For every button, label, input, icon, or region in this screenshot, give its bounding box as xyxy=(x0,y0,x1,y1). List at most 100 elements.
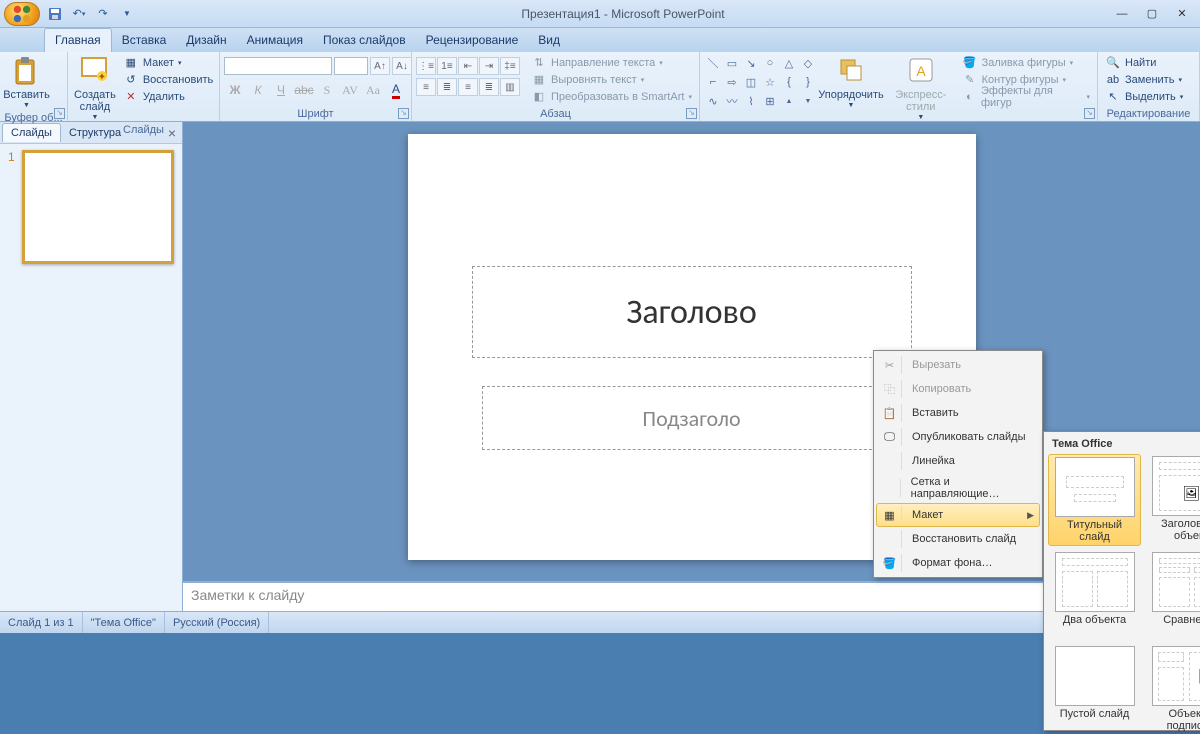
layout-comparison[interactable]: Сравнение xyxy=(1145,550,1200,640)
save-icon[interactable] xyxy=(44,4,66,24)
ctx-background[interactable]: 🪣Формат фона… xyxy=(876,551,1040,575)
layout-title-slide[interactable]: Титульный слайд xyxy=(1048,454,1141,546)
shapes-scroll-up[interactable]: ▲ xyxy=(780,92,798,110)
arrange-button[interactable]: Упорядочить▼ xyxy=(819,54,883,112)
shape-fill-button[interactable]: 🪣Заливка фигуры ▾ xyxy=(959,54,1093,71)
maximize-button[interactable]: ▢ xyxy=(1138,4,1166,24)
shrink-font-button[interactable]: A↓ xyxy=(392,57,412,75)
shape-triangle-icon[interactable]: △ xyxy=(780,54,798,72)
text-direction-button[interactable]: ⇅Направление текста ▾ xyxy=(528,54,695,71)
shape-brace-icon[interactable]: } xyxy=(799,73,817,91)
shapes-gallery[interactable]: ＼ ▭ ↘ ○ △ ◇ ⌐ ⇨ ◫ ☆ { } ∿ 〰 ⌇ ⊞ ▲ ▼ xyxy=(704,54,817,110)
slide-area[interactable]: Заголово Подзаголо ✂Вырезать ⿻Копировать… xyxy=(183,122,1200,581)
align-left-button[interactable]: ≡ xyxy=(416,78,436,96)
shape-star-icon[interactable]: ☆ xyxy=(761,73,779,91)
font-dialog-launcher[interactable]: ↘ xyxy=(398,108,409,119)
numbering-button[interactable]: 1≡ xyxy=(437,57,457,75)
tab-view[interactable]: Вид xyxy=(528,29,570,52)
title-placeholder[interactable]: Заголово xyxy=(472,266,912,358)
grow-font-button[interactable]: A↑ xyxy=(370,57,390,75)
paragraph-dialog-launcher[interactable]: ↘ xyxy=(686,108,697,119)
underline-button[interactable]: Ч xyxy=(270,80,292,100)
align-right-button[interactable]: ≡ xyxy=(458,78,478,96)
shape-scribble-icon[interactable]: 〰 xyxy=(723,92,741,110)
quick-styles-button[interactable]: A Экспресс-стили▼ xyxy=(885,54,957,124)
layout-title-content[interactable]: 🖼 Заголовок и объект xyxy=(1145,454,1200,546)
strike-button[interactable]: abc xyxy=(293,80,315,100)
columns-button[interactable]: ▥ xyxy=(500,78,520,96)
bullets-button[interactable]: ⋮≡ xyxy=(416,57,436,75)
ctx-reset[interactable]: Восстановить слайд xyxy=(876,527,1040,551)
justify-button[interactable]: ≣ xyxy=(479,78,499,96)
ctx-grid[interactable]: Сетка и направляющие… xyxy=(876,473,1040,503)
clipboard-dialog-launcher[interactable]: ↘ xyxy=(54,108,65,119)
status-theme[interactable]: "Тема Office" xyxy=(83,612,165,633)
ctx-layout[interactable]: ▦Макет▶ xyxy=(876,503,1040,527)
find-button[interactable]: 🔍Найти xyxy=(1102,54,1186,71)
status-language[interactable]: Русский (Россия) xyxy=(165,612,269,633)
font-family-combo[interactable] xyxy=(224,57,332,75)
shapes-scroll-down[interactable]: ▼ xyxy=(799,92,817,110)
smartart-button[interactable]: ◧Преобразовать в SmartArt ▾ xyxy=(528,88,695,105)
subtitle-placeholder[interactable]: Подзаголо xyxy=(482,386,902,450)
tab-insert[interactable]: Вставка xyxy=(112,29,177,52)
indent-inc-button[interactable]: ⇥ xyxy=(479,57,499,75)
tab-slideshow[interactable]: Показ слайдов xyxy=(313,29,416,52)
layout-blank[interactable]: Пустой слайд xyxy=(1048,644,1141,734)
qat-dropdown-icon[interactable]: ▼ xyxy=(116,4,138,24)
reset-button[interactable]: ↺Восстановить xyxy=(120,71,216,88)
shape-oval-icon[interactable]: ○ xyxy=(761,54,779,72)
align-text-button[interactable]: ▦Выровнять текст ▾ xyxy=(528,71,695,88)
cut-icon: ✂ xyxy=(878,356,902,374)
shape-curve-icon[interactable]: ∿ xyxy=(704,92,722,110)
shape-diamond-icon[interactable]: ◇ xyxy=(799,54,817,72)
tab-home[interactable]: Главная xyxy=(44,28,112,52)
redo-icon[interactable]: ↷ xyxy=(92,4,114,24)
undo-icon[interactable]: ↶▾ xyxy=(68,4,90,24)
status-slide-number[interactable]: Слайд 1 из 1 xyxy=(0,612,83,633)
ctx-paste[interactable]: 📋Вставить xyxy=(876,401,1040,425)
font-color-button[interactable]: A xyxy=(385,80,407,100)
shape-callout-icon[interactable]: ◫ xyxy=(742,73,760,91)
replace-button[interactable]: abЗаменить ▾ xyxy=(1102,71,1186,88)
shape-bracket-icon[interactable]: { xyxy=(780,73,798,91)
minimize-button[interactable]: — xyxy=(1108,4,1136,24)
ctx-publish[interactable]: 🖵Опубликовать слайды xyxy=(876,425,1040,449)
new-slide-button[interactable]: ✦ Создать слайд ▼ xyxy=(72,54,118,124)
italic-button[interactable]: К xyxy=(247,80,269,100)
shadow-button[interactable]: S xyxy=(316,80,338,100)
font-size-combo[interactable] xyxy=(334,57,368,75)
layout-content-caption[interactable]: 🖼 Объект с подписью xyxy=(1145,644,1200,734)
layout-two-content[interactable]: Два объекта xyxy=(1048,550,1141,640)
shape-freeform-icon[interactable]: ⌇ xyxy=(742,92,760,110)
close-button[interactable]: ✕ xyxy=(1168,4,1196,24)
left-tab-slides[interactable]: Слайды xyxy=(2,123,61,142)
shape-block-arrow-icon[interactable]: ⇨ xyxy=(723,73,741,91)
shape-effects-button[interactable]: ◐Эффекты для фигур ▾ xyxy=(959,88,1093,105)
shape-line-icon[interactable]: ＼ xyxy=(704,54,722,72)
case-button[interactable]: Aa xyxy=(362,80,384,100)
layout-button[interactable]: ▦Макет ▾ xyxy=(120,54,216,71)
bold-button[interactable]: Ж xyxy=(224,80,246,100)
indent-dec-button[interactable]: ⇤ xyxy=(458,57,478,75)
ctx-ruler[interactable]: Линейка xyxy=(876,449,1040,473)
slide-thumbnail-1[interactable] xyxy=(22,150,174,264)
paste-button[interactable]: Вставить ▼ xyxy=(4,54,49,112)
ctx-cut[interactable]: ✂Вырезать xyxy=(876,353,1040,377)
drawing-dialog-launcher[interactable]: ↘ xyxy=(1084,108,1095,119)
tab-animation[interactable]: Анимация xyxy=(237,29,313,52)
shape-arrow-icon[interactable]: ↘ xyxy=(742,54,760,72)
spacing-button[interactable]: AV xyxy=(339,80,361,100)
tab-review[interactable]: Рецензирование xyxy=(416,29,529,52)
line-spacing-button[interactable]: ‡≡ xyxy=(500,57,520,75)
shape-connector-icon[interactable]: ⌐ xyxy=(704,73,722,91)
delete-button[interactable]: ✕Удалить xyxy=(120,88,216,105)
select-button[interactable]: ↖Выделить ▾ xyxy=(1102,88,1186,105)
ctx-copy[interactable]: ⿻Копировать xyxy=(876,377,1040,401)
shape-rect-icon[interactable]: ▭ xyxy=(723,54,741,72)
office-button[interactable] xyxy=(4,2,40,26)
align-center-button[interactable]: ≣ xyxy=(437,78,457,96)
tab-design[interactable]: Дизайн xyxy=(176,29,236,52)
shape-textbox-icon[interactable]: ⊞ xyxy=(761,92,779,110)
reset-ctx-icon xyxy=(878,530,902,548)
